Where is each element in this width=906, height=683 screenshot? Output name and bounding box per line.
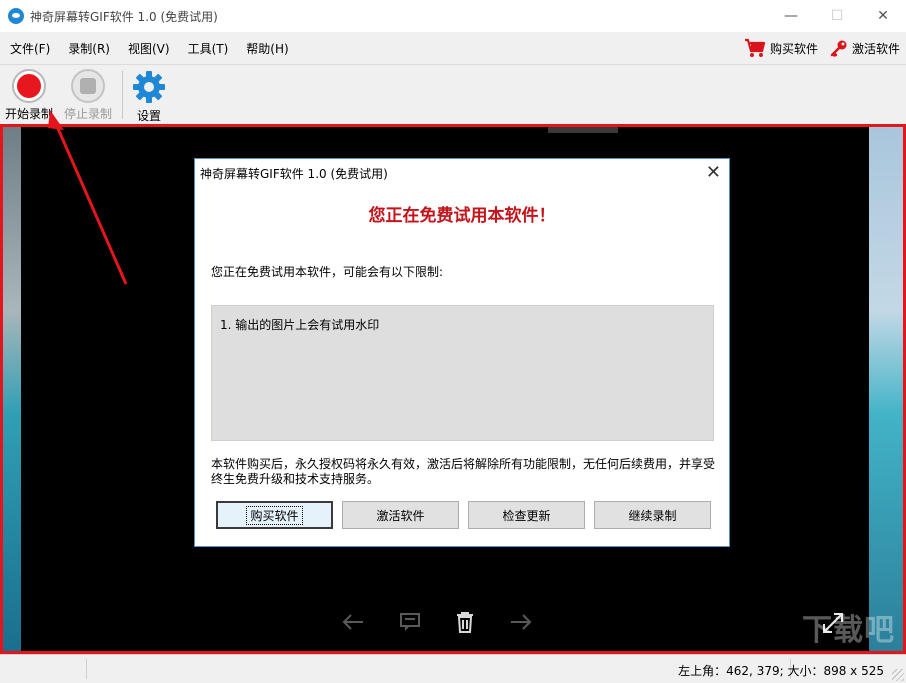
menu-tools[interactable]: 工具(T) — [178, 40, 237, 57]
buy-button-label: 购买软件 — [247, 507, 301, 524]
minimize-icon: — — [784, 8, 798, 24]
dialog-buttons: 购买软件 激活软件 检查更新 继续录制 — [216, 501, 711, 529]
buy-software-label: 购买软件 — [770, 40, 818, 57]
background-image-right — [869, 127, 903, 651]
continue-record-label: 继续录制 — [628, 507, 676, 524]
stop-icon — [71, 69, 105, 103]
settings-label: 设置 — [137, 107, 161, 124]
arrow-left-icon[interactable] — [341, 612, 365, 632]
dialog-title: 神奇屏幕转GIF软件 1.0 (免费试用) — [200, 165, 388, 182]
resize-grip[interactable] — [892, 669, 904, 681]
maximize-icon: ☐ — [831, 8, 844, 24]
trial-dialog: 神奇屏幕转GIF软件 1.0 (免费试用) ✕ 您正在免费试用本软件！ 您正在免… — [194, 158, 730, 547]
arrow-right-icon[interactable] — [509, 612, 533, 632]
menu-view[interactable]: 视图(V) — [118, 40, 178, 57]
dialog-intro: 您正在免费试用本软件，可能会有以下限制: — [211, 263, 443, 280]
minimize-button[interactable]: — — [768, 0, 814, 32]
activate-button-label: 激活软件 — [376, 507, 424, 524]
title-bar: 神奇屏幕转GIF软件 1.0 (免费试用) — ☐ ✕ — [0, 0, 906, 32]
preview-nav — [341, 611, 533, 633]
maximize-button[interactable]: ☐ — [814, 0, 860, 32]
limit-item: 1. 输出的图片上会有试用水印 — [220, 316, 705, 333]
continue-record-button[interactable]: 继续录制 — [594, 501, 711, 529]
stop-record-button[interactable]: 停止录制 — [64, 69, 112, 122]
gear-icon — [131, 69, 167, 105]
window-title: 神奇屏幕转GIF软件 1.0 (免费试用) — [30, 8, 218, 25]
close-icon: ✕ — [706, 162, 721, 183]
record-icon — [12, 69, 46, 103]
menu-record[interactable]: 录制(R) — [58, 40, 118, 57]
app-logo-icon — [8, 8, 24, 24]
activate-button[interactable]: 激活软件 — [342, 501, 459, 529]
close-button[interactable]: ✕ — [860, 0, 906, 32]
activate-software-link[interactable]: 激活软件 — [830, 39, 900, 57]
status-bar: 左上角：462, 379; 大小：898 x 525 — [0, 654, 906, 683]
cart-icon — [744, 38, 766, 58]
menu-bar: 文件(F) 录制(R) 视图(V) 工具(T) 帮助(H) 购买软件 激活软件 — [0, 32, 906, 64]
activate-software-label: 激活软件 — [852, 40, 900, 57]
start-record-button[interactable]: 开始录制 — [5, 69, 53, 122]
status-divider — [86, 659, 87, 679]
settings-button[interactable]: 设置 — [131, 69, 167, 124]
close-icon: ✕ — [877, 8, 889, 24]
menu-help[interactable]: 帮助(H) — [236, 40, 296, 57]
menu-file[interactable]: 文件(F) — [0, 40, 58, 57]
comment-icon[interactable] — [399, 612, 421, 632]
watermark: 下载吧 — [802, 605, 895, 649]
toolbar: 开始录制 停止录制 设置 — [0, 64, 906, 124]
window-controls: — ☐ ✕ — [768, 0, 906, 32]
check-update-label: 检查更新 — [502, 507, 550, 524]
buy-software-link[interactable]: 购买软件 — [744, 38, 818, 58]
dialog-note: 本软件购买后，永久授权码将永久有效，激活后将解除所有功能限制，无任何后续费用，并… — [211, 457, 716, 487]
start-record-label: 开始录制 — [5, 105, 53, 122]
stop-record-label: 停止录制 — [64, 105, 112, 122]
limits-box: 1. 输出的图片上会有试用水印 — [211, 305, 714, 441]
buy-button[interactable]: 购买软件 — [216, 501, 333, 529]
trash-icon[interactable] — [455, 611, 475, 633]
dialog-heading: 您正在免费试用本软件！ — [195, 201, 729, 226]
check-update-button[interactable]: 检查更新 — [468, 501, 585, 529]
background-image-left — [3, 127, 21, 651]
top-handle — [548, 127, 618, 133]
dialog-close-button[interactable]: ✕ — [706, 162, 721, 183]
toolbar-divider — [122, 71, 123, 119]
key-icon — [830, 39, 848, 57]
status-text: 左上角：462, 379; 大小：898 x 525 — [678, 662, 884, 679]
